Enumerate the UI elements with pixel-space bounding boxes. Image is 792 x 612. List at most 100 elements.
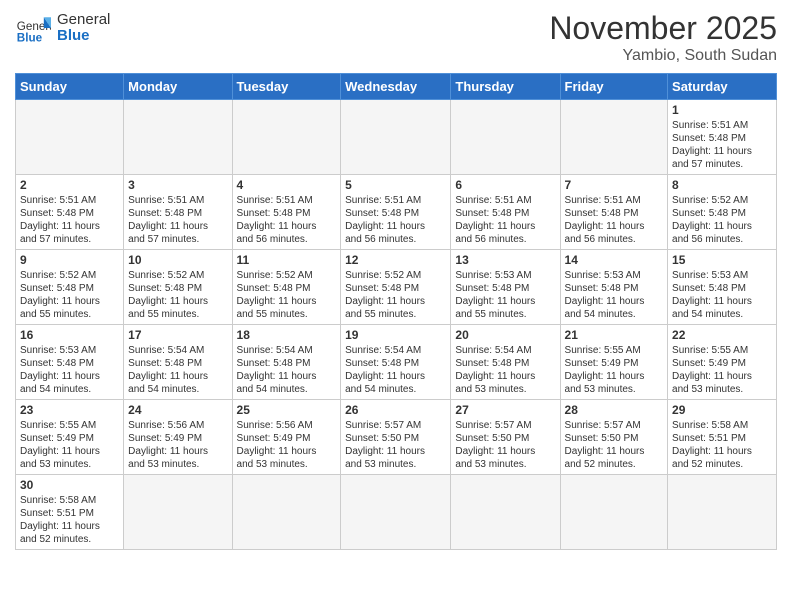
day-number: 26 [345,403,446,417]
calendar-day [451,100,560,175]
day-number: 9 [20,253,119,267]
day-info: Sunrise: 5:54 AM Sunset: 5:48 PM Dayligh… [237,344,337,396]
weekday-header: Sunday [16,74,124,100]
day-info: Sunrise: 5:55 AM Sunset: 5:49 PM Dayligh… [672,344,772,396]
week-row: 9 Sunrise: 5:52 AM Sunset: 5:48 PM Daylig… [16,250,777,325]
calendar-day: 10Sunrise: 5:52 AM Sunset: 5:48 PM Dayli… [124,250,232,325]
calendar-day: 26Sunrise: 5:57 AM Sunset: 5:50 PM Dayli… [341,400,451,475]
week-row: 1Sunrise: 5:51 AM Sunset: 5:48 PM Daylig… [16,100,777,175]
day-number: 11 [237,253,337,267]
calendar-day: 19 Sunrise: 5:54 AM Sunset: 5:48 PM Dayli… [341,325,451,400]
day-info: Sunrise: 5:58 AM Sunset: 5:51 PM Dayligh… [672,419,772,471]
day-info: Sunrise: 5:53 AM Sunset: 5:48 PM Dayligh… [455,269,555,321]
weekday-header: Saturday [668,74,777,100]
day-info: Sunrise: 5:51 AM Sunset: 5:48 PM Dayligh… [20,194,119,246]
location-title: Yambio, South Sudan [549,47,777,65]
calendar-day [341,100,451,175]
calendar-day: 1Sunrise: 5:51 AM Sunset: 5:48 PM Daylig… [668,100,777,175]
calendar-day [560,475,668,550]
weekday-header: Thursday [451,74,560,100]
weekday-header: Wednesday [341,74,451,100]
weekday-header: Monday [124,74,232,100]
calendar-day: 16 Sunrise: 5:53 AM Sunset: 5:48 PM Dayli… [16,325,124,400]
day-info: Sunrise: 5:54 AM Sunset: 5:48 PM Dayligh… [345,344,446,396]
day-number: 7 [565,178,664,192]
day-info: Sunrise: 5:54 AM Sunset: 5:48 PM Dayligh… [455,344,555,396]
day-info: Sunrise: 5:55 AM Sunset: 5:49 PM Dayligh… [565,344,664,396]
day-number: 18 [237,328,337,342]
calendar-day [341,475,451,550]
day-info: Sunrise: 5:52 AM Sunset: 5:48 PM Dayligh… [672,194,772,246]
day-info: Sunrise: 5:53 AM Sunset: 5:48 PM Dayligh… [672,269,772,321]
day-number: 22 [672,328,772,342]
day-info: Sunrise: 5:54 AM Sunset: 5:48 PM Dayligh… [128,344,227,396]
day-info: Sunrise: 5:56 AM Sunset: 5:49 PM Dayligh… [128,419,227,471]
calendar-day: 8 Sunrise: 5:52 AM Sunset: 5:48 PM Daylig… [668,175,777,250]
calendar-day: 18 Sunrise: 5:54 AM Sunset: 5:48 PM Dayli… [232,325,341,400]
day-info: Sunrise: 5:55 AM Sunset: 5:49 PM Dayligh… [20,419,119,471]
day-number: 27 [455,403,555,417]
day-info: Sunrise: 5:52 AM Sunset: 5:48 PM Dayligh… [20,269,119,321]
week-row: 23 Sunrise: 5:55 AM Sunset: 5:49 PM Dayli… [16,400,777,475]
calendar-day [560,100,668,175]
calendar-day: 4 Sunrise: 5:51 AM Sunset: 5:48 PM Daylig… [232,175,341,250]
day-number: 14 [565,253,664,267]
day-number: 8 [672,178,772,192]
calendar-day: 28Sunrise: 5:57 AM Sunset: 5:50 PM Dayli… [560,400,668,475]
day-number: 19 [345,328,446,342]
calendar-day: 15Sunrise: 5:53 AM Sunset: 5:48 PM Dayli… [668,250,777,325]
calendar-day: 29Sunrise: 5:58 AM Sunset: 5:51 PM Dayli… [668,400,777,475]
calendar-day: 13Sunrise: 5:53 AM Sunset: 5:48 PM Dayli… [451,250,560,325]
calendar-day: 25 Sunrise: 5:56 AM Sunset: 5:49 PM Dayli… [232,400,341,475]
day-info: Sunrise: 5:52 AM Sunset: 5:48 PM Dayligh… [345,269,446,321]
calendar-day: 30Sunrise: 5:58 AM Sunset: 5:51 PM Dayli… [16,475,124,550]
calendar-day [668,475,777,550]
calendar-day: 27Sunrise: 5:57 AM Sunset: 5:50 PM Dayli… [451,400,560,475]
calendar-day: 5Sunrise: 5:51 AM Sunset: 5:48 PM Daylig… [341,175,451,250]
day-number: 1 [672,103,772,117]
calendar-day [232,475,341,550]
day-info: Sunrise: 5:51 AM Sunset: 5:48 PM Dayligh… [345,194,446,246]
weekday-header-row: SundayMondayTuesdayWednesdayThursdayFrid… [16,74,777,100]
day-info: Sunrise: 5:51 AM Sunset: 5:48 PM Dayligh… [455,194,555,246]
day-info: Sunrise: 5:58 AM Sunset: 5:51 PM Dayligh… [20,494,119,546]
day-info: Sunrise: 5:51 AM Sunset: 5:48 PM Dayligh… [565,194,664,246]
day-number: 28 [565,403,664,417]
calendar-day: 14Sunrise: 5:53 AM Sunset: 5:48 PM Dayli… [560,250,668,325]
day-info: Sunrise: 5:51 AM Sunset: 5:48 PM Dayligh… [237,194,337,246]
logo-blue-text: Blue [57,28,110,45]
day-info: Sunrise: 5:53 AM Sunset: 5:48 PM Dayligh… [20,344,119,396]
day-number: 23 [20,403,119,417]
calendar-day [232,100,341,175]
calendar-day: 24Sunrise: 5:56 AM Sunset: 5:49 PM Dayli… [124,400,232,475]
day-number: 4 [237,178,337,192]
calendar-day [124,100,232,175]
page-header: General Blue General Blue November 2025 … [15,10,777,65]
day-number: 12 [345,253,446,267]
day-number: 25 [237,403,337,417]
calendar-day: 2 Sunrise: 5:51 AM Sunset: 5:48 PM Daylig… [16,175,124,250]
calendar-day: 12 Sunrise: 5:52 AM Sunset: 5:48 PM Dayli… [341,250,451,325]
day-info: Sunrise: 5:52 AM Sunset: 5:48 PM Dayligh… [237,269,337,321]
day-number: 10 [128,253,227,267]
calendar-day [16,100,124,175]
day-number: 21 [565,328,664,342]
week-row: 30Sunrise: 5:58 AM Sunset: 5:51 PM Dayli… [16,475,777,550]
calendar-day: 23 Sunrise: 5:55 AM Sunset: 5:49 PM Dayli… [16,400,124,475]
day-number: 2 [20,178,119,192]
calendar-day: 7 Sunrise: 5:51 AM Sunset: 5:48 PM Daylig… [560,175,668,250]
day-number: 16 [20,328,119,342]
calendar-day: 17Sunrise: 5:54 AM Sunset: 5:48 PM Dayli… [124,325,232,400]
calendar-table: SundayMondayTuesdayWednesdayThursdayFrid… [15,73,777,550]
week-row: 16 Sunrise: 5:53 AM Sunset: 5:48 PM Dayli… [16,325,777,400]
week-row: 2 Sunrise: 5:51 AM Sunset: 5:48 PM Daylig… [16,175,777,250]
calendar-day [124,475,232,550]
logo: General Blue General Blue [15,10,110,46]
svg-text:Blue: Blue [17,32,43,45]
day-number: 3 [128,178,227,192]
calendar-day: 20 Sunrise: 5:54 AM Sunset: 5:48 PM Dayli… [451,325,560,400]
day-info: Sunrise: 5:51 AM Sunset: 5:48 PM Dayligh… [128,194,227,246]
day-number: 20 [455,328,555,342]
month-title: November 2025 [549,10,777,47]
day-info: Sunrise: 5:56 AM Sunset: 5:49 PM Dayligh… [237,419,337,471]
